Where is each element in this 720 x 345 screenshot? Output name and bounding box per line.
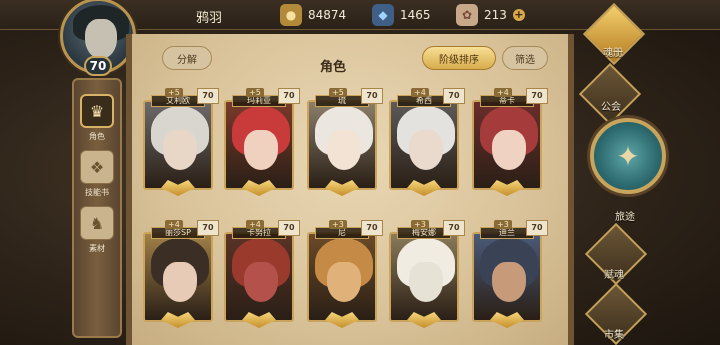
energy-resource: ✿ 213 + (456, 4, 525, 26)
gold-value: 84874 (308, 8, 347, 22)
character-portrait (307, 232, 377, 322)
character-plus: +5 (165, 88, 183, 97)
gold-icon: ● (280, 4, 302, 26)
codex-label: 魂册 (603, 48, 623, 59)
character-card[interactable]: 玛莉亚 +5 70 (224, 88, 300, 198)
character-card[interactable]: 艾利欧 +5 70 (143, 88, 219, 198)
character-card[interactable]: 丽莎SP +4 70 (143, 220, 219, 330)
character-plus: +3 (329, 220, 347, 229)
character-portrait (472, 232, 542, 322)
character-portrait (224, 100, 294, 190)
character-card[interactable]: 蒂卡 +4 70 (472, 88, 548, 198)
market-label: 市集 (604, 330, 624, 341)
character-level: 70 (526, 88, 548, 104)
nav-item-label: 素材 (89, 244, 105, 253)
nav-item-character[interactable]: ♛ 角色 (78, 94, 116, 142)
character-portrait (389, 232, 459, 322)
character-card[interactable]: 迪兰 +3 70 (472, 220, 548, 330)
character-portrait (307, 100, 377, 190)
character-portrait (143, 100, 213, 190)
journey-button[interactable]: ✦ (590, 118, 666, 194)
character-face (244, 262, 278, 302)
plus-icon[interactable]: + (512, 9, 525, 21)
character-level: 70 (197, 88, 219, 104)
character-portrait (389, 100, 459, 190)
split-button[interactable]: 分解 (162, 46, 212, 70)
character-level: 70 (278, 88, 300, 104)
character-plus: +3 (411, 220, 429, 229)
crystal-icon: ◆ (372, 4, 394, 26)
energy-value: 213 (484, 8, 507, 22)
character-face (492, 262, 526, 302)
character-level: 70 (526, 220, 548, 236)
nav-item-materials[interactable]: ♞ 素材 (78, 206, 116, 254)
character-face (327, 262, 361, 302)
character-plus: +4 (494, 88, 512, 97)
character-level: 70 (197, 220, 219, 236)
character-plus: +4 (246, 220, 264, 229)
character-plus: +3 (494, 220, 512, 229)
character-face (409, 262, 443, 302)
character-face (492, 130, 526, 170)
character-face (163, 262, 197, 302)
nav-item-label: 角色 (89, 132, 105, 141)
book-icon: ❖ (80, 150, 114, 184)
character-plus: +4 (165, 220, 183, 229)
character-plus: +4 (411, 88, 429, 97)
character-level: 70 (443, 220, 465, 236)
character-face (327, 130, 361, 170)
avatar-face (85, 19, 117, 59)
character-card[interactable]: 卡努拉 +4 70 (224, 220, 300, 330)
character-portrait (472, 100, 542, 190)
character-face (409, 130, 443, 170)
left-nav: ♛ 角色 ❖ 技能书 ♞ 素材 (72, 78, 122, 338)
crown-icon: ♛ (80, 94, 114, 128)
character-level: 70 (443, 88, 465, 104)
gold-resource: ● 84874 (280, 4, 346, 26)
crystal-value: 1465 (400, 8, 431, 22)
guild-label: 公会 (601, 102, 621, 113)
energy-icon: ✿ (456, 4, 478, 26)
player-level-badge: 70 (84, 56, 112, 76)
material-icon: ♞ (80, 206, 114, 240)
character-card[interactable]: 尼 +3 70 (307, 220, 383, 330)
character-portrait (224, 232, 294, 322)
character-plus: +5 (246, 88, 264, 97)
character-level: 70 (361, 88, 383, 104)
journey-label: 旅途 (615, 212, 635, 223)
username: 鸦羽 (196, 11, 223, 26)
nav-item-label: 技能书 (85, 188, 109, 197)
pray-label: 赋魂 (604, 270, 624, 281)
character-level: 70 (361, 220, 383, 236)
crystal-resource: ◆ 1465 (372, 4, 431, 26)
character-level: 70 (278, 220, 300, 236)
character-card[interactable]: 琉 +5 70 (307, 88, 383, 198)
character-plus: +5 (329, 88, 347, 97)
character-card[interactable]: 希西 +4 70 (389, 88, 465, 198)
character-portrait (143, 232, 213, 322)
nav-item-skillbook[interactable]: ❖ 技能书 (78, 150, 116, 198)
page-title: 角色 (320, 60, 347, 75)
character-face (163, 130, 197, 170)
journey-emblem-icon: ✦ (616, 139, 640, 173)
sort-button[interactable]: 阶级排序 (422, 46, 496, 70)
character-card[interactable]: 梅安娜 +3 70 (389, 220, 465, 330)
character-face (244, 130, 278, 170)
filter-button[interactable]: 筛选 (502, 46, 548, 70)
